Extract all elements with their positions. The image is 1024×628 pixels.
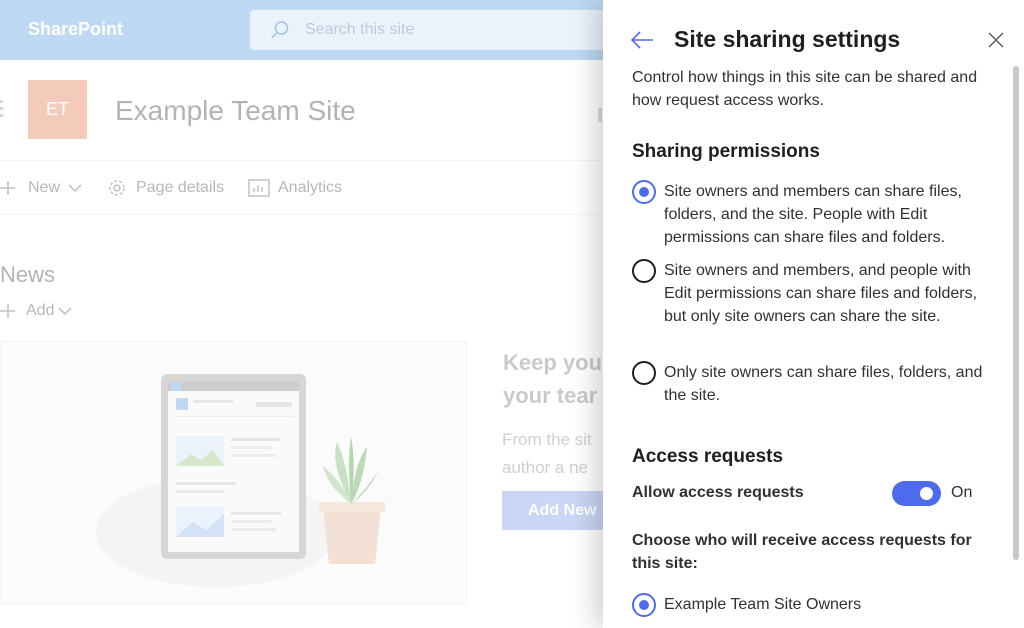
site-logo: ET: [28, 80, 87, 139]
search-placeholder: Search this site: [305, 21, 415, 38]
radio-selected[interactable]: [632, 593, 656, 617]
back-button[interactable]: [629, 27, 655, 53]
news-illustration-card: [0, 341, 467, 605]
page-details-button[interactable]: Page details: [106, 176, 224, 200]
recipient-option-owners[interactable]: Example Team Site Owners: [632, 593, 1002, 617]
news-add-button[interactable]: Add: [0, 302, 82, 320]
sharing-option-members-share[interactable]: Site owners and members can share files,…: [632, 180, 1002, 249]
close-icon: [988, 32, 1004, 48]
sharing-option-edit-share[interactable]: Site owners and members, and people with…: [632, 259, 1002, 328]
sharing-option-owners-only[interactable]: Only site owners can share files, folder…: [632, 361, 1002, 407]
new-button[interactable]: New: [0, 176, 90, 200]
arrow-left-icon: [630, 31, 653, 49]
tablet-plant-illustration: [96, 374, 385, 587]
recipient-option-label: Example Team Site Owners: [664, 596, 862, 613]
plus-icon: [0, 181, 15, 195]
scrollbar[interactable]: [1013, 66, 1019, 560]
sharing-option-label: Site owners and members can share files,…: [664, 183, 962, 246]
news-add-label: Add: [26, 302, 55, 319]
new-label: New: [28, 179, 61, 196]
add-news-button[interactable]: Add New: [502, 491, 612, 530]
site-title: Example Team Site: [115, 95, 356, 126]
allow-access-requests-toggle[interactable]: [892, 481, 941, 506]
radio-selected[interactable]: [632, 180, 656, 204]
radio-unselected[interactable]: [632, 361, 656, 385]
sharing-option-label: Only site owners can share files, folder…: [664, 364, 983, 404]
analytics-button[interactable]: Analytics: [248, 176, 342, 200]
news-title: News: [0, 262, 56, 287]
sharing-option-label: Site owners and members, and people with…: [664, 262, 978, 325]
allow-access-requests-label: Allow access requests: [632, 484, 804, 501]
choose-recipients-label: Choose who will receive access requests …: [632, 532, 972, 572]
header-fragment: [598, 108, 602, 122]
chevron-down-icon: [59, 307, 72, 315]
news-promo-heading-line: your tear: [503, 383, 598, 408]
news-promo-text-line: author a ne: [502, 458, 589, 477]
news-promo-heading-line: Keep you: [503, 350, 603, 375]
gear-icon: [109, 180, 125, 196]
news-promo-heading: Keep you your tear: [503, 346, 613, 412]
site-sharing-settings-panel: Site sharing settings Control how things…: [603, 0, 1024, 628]
toggle-state-text: On: [951, 484, 973, 501]
search-icon: [271, 21, 289, 39]
chevron-down-icon: [68, 184, 82, 192]
news-promo-text-line: From the sit: [502, 430, 592, 449]
divider: [0, 214, 610, 215]
radio-unselected[interactable]: [632, 259, 656, 283]
page-details-label: Page details: [136, 179, 225, 196]
news-promo-text: From the sit author a ne: [502, 426, 612, 482]
analytics-label: Analytics: [278, 179, 343, 196]
plus-icon: [0, 304, 15, 318]
app-brand[interactable]: SharePoint: [28, 19, 123, 40]
panel-title: Site sharing settings: [674, 26, 901, 52]
close-button[interactable]: [986, 30, 1006, 50]
more-icon: [0, 100, 3, 120]
panel-description: Control how things in this site can be s…: [632, 69, 978, 109]
analytics-icon: [248, 179, 270, 197]
divider: [0, 160, 610, 161]
access-requests-heading: Access requests: [632, 446, 784, 467]
sharing-permissions-heading: Sharing permissions: [632, 141, 820, 162]
